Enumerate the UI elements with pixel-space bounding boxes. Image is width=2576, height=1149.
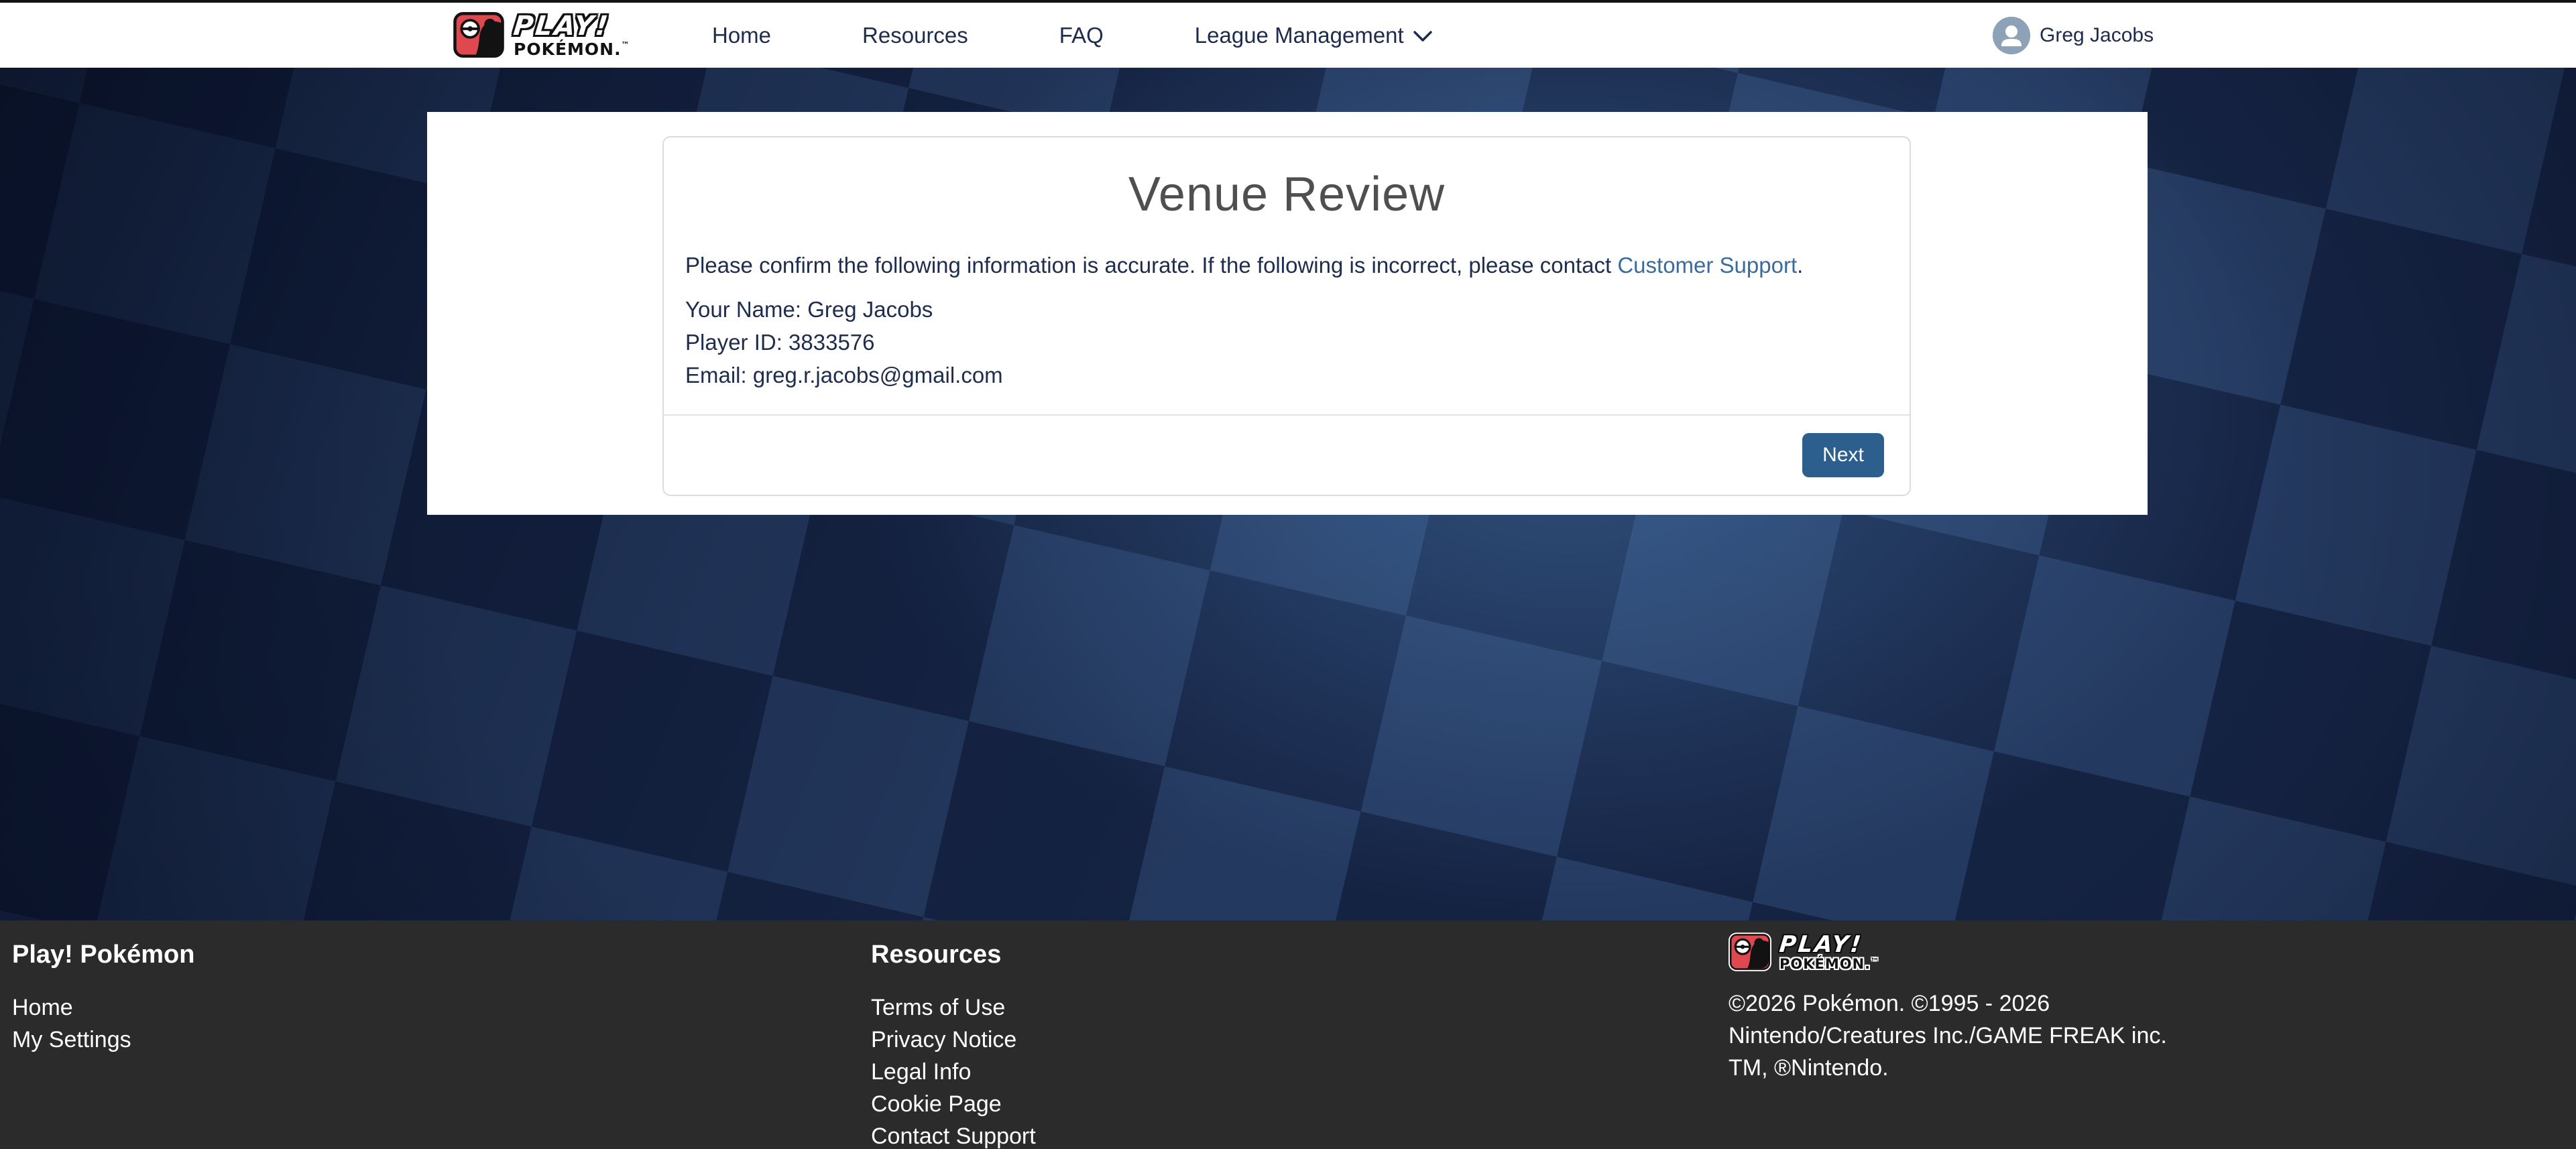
page: PLAY! POKÉMON.™ Home Resources FAQ Leagu… — [0, 0, 2576, 1149]
brand-logo[interactable]: PLAY! POKÉMON.™ — [453, 12, 630, 58]
nav-item-home[interactable]: Home — [712, 23, 771, 48]
footer-brand-pokemon-word: POKÉMON. — [1779, 956, 1871, 972]
venue-review-card: Venue Review Please confirm the followin… — [662, 136, 1911, 496]
info-email-value: greg.r.jacobs@gmail.com — [753, 363, 1003, 387]
play-pokemon-badge-icon — [453, 12, 504, 58]
card-footer: Next — [664, 414, 1910, 495]
footer-link-contact-support[interactable]: Contact Support — [871, 1125, 1036, 1148]
footer-brand-play-text: PLAY! — [1778, 933, 1881, 956]
info-line-name: Your Name: Greg Jacobs — [685, 293, 1888, 326]
info-name-value: Greg Jacobs — [807, 297, 933, 322]
footer-brand-logo: PLAY! POKÉMON.™ — [1729, 932, 2198, 971]
top-navbar: PLAY! POKÉMON.™ Home Resources FAQ Leagu… — [0, 3, 2576, 68]
footer-link-home[interactable]: Home — [12, 996, 194, 1019]
footer-column-play-pokemon: Play! Pokémon Home My Settings — [12, 920, 194, 1051]
chevron-down-icon — [1413, 31, 1432, 42]
footer-heading-play-pokemon: Play! Pokémon — [12, 941, 194, 969]
nav-item-faq[interactable]: FAQ — [1059, 23, 1104, 48]
window-top-strip — [0, 0, 2576, 3]
footer-link-terms-of-use[interactable]: Terms of Use — [871, 996, 1036, 1019]
footer-play-pokemon-badge-icon — [1729, 932, 1771, 971]
page-footer: Play! Pokémon Home My Settings Resources… — [0, 920, 2576, 1149]
footer-brand-pokemon-text: POKÉMON.™ — [1779, 957, 1879, 971]
brand-pokemon-text: POKÉMON.™ — [514, 41, 630, 58]
footer-link-legal-info[interactable]: Legal Info — [871, 1061, 1036, 1083]
info-name-label: Your Name: — [685, 297, 801, 322]
page-title: Venue Review — [664, 167, 1910, 222]
confirm-text: Please confirm the following information… — [685, 253, 1888, 278]
brand-tm-mark: ™ — [622, 40, 630, 50]
content-panel: Venue Review Please confirm the followin… — [427, 112, 2148, 515]
main-nav: Home Resources FAQ League Management — [712, 3, 1432, 68]
footer-link-my-settings[interactable]: My Settings — [12, 1028, 194, 1051]
footer-brand-tm-mark: ™ — [1871, 957, 1879, 966]
info-line-player-id: Player ID: 3833576 — [685, 326, 1888, 359]
user-name: Greg Jacobs — [2040, 24, 2154, 47]
footer-brand-wordmark: PLAY! POKÉMON.™ — [1779, 933, 1879, 971]
footer-column-brand: PLAY! POKÉMON.™ ©2026 Pokémon. ©1995 - 2… — [1729, 920, 2198, 1084]
footer-link-cookie-page[interactable]: Cookie Page — [871, 1093, 1036, 1115]
info-player-id-label: Player ID: — [685, 330, 782, 355]
customer-support-link[interactable]: Customer Support — [1617, 253, 1797, 278]
brand-play-text: PLAY! — [512, 13, 632, 40]
next-button[interactable]: Next — [1802, 433, 1884, 477]
copyright-text: ©2026 Pokémon. ©1995 - 2026 Nintendo/Cre… — [1729, 987, 2198, 1084]
player-info: Your Name: Greg Jacobs Player ID: 383357… — [685, 293, 1888, 391]
footer-links-resources: Terms of Use Privacy Notice Legal Info C… — [871, 996, 1036, 1148]
nav-item-resources[interactable]: Resources — [862, 23, 968, 48]
footer-column-resources: Resources Terms of Use Privacy Notice Le… — [871, 920, 1036, 1148]
footer-heading-resources: Resources — [871, 941, 1036, 969]
footer-link-privacy-notice[interactable]: Privacy Notice — [871, 1028, 1036, 1051]
nav-item-league-management-label: League Management — [1195, 23, 1404, 48]
info-player-id-value: 3833576 — [788, 330, 874, 355]
confirm-text-after: . — [1797, 253, 1803, 278]
nav-item-league-management[interactable]: League Management — [1195, 23, 1432, 48]
confirm-text-before: Please confirm the following information… — [685, 253, 1617, 278]
brand-wordmark: PLAY! POKÉMON.™ — [514, 13, 630, 58]
user-menu[interactable]: Greg Jacobs — [1993, 3, 2154, 68]
brand-pokemon-word: POKÉMON. — [514, 40, 622, 59]
info-email-label: Email: — [685, 363, 747, 387]
user-avatar-icon — [1993, 17, 2030, 54]
info-line-email: Email: greg.r.jacobs@gmail.com — [685, 359, 1888, 391]
footer-links-play-pokemon: Home My Settings — [12, 996, 194, 1051]
